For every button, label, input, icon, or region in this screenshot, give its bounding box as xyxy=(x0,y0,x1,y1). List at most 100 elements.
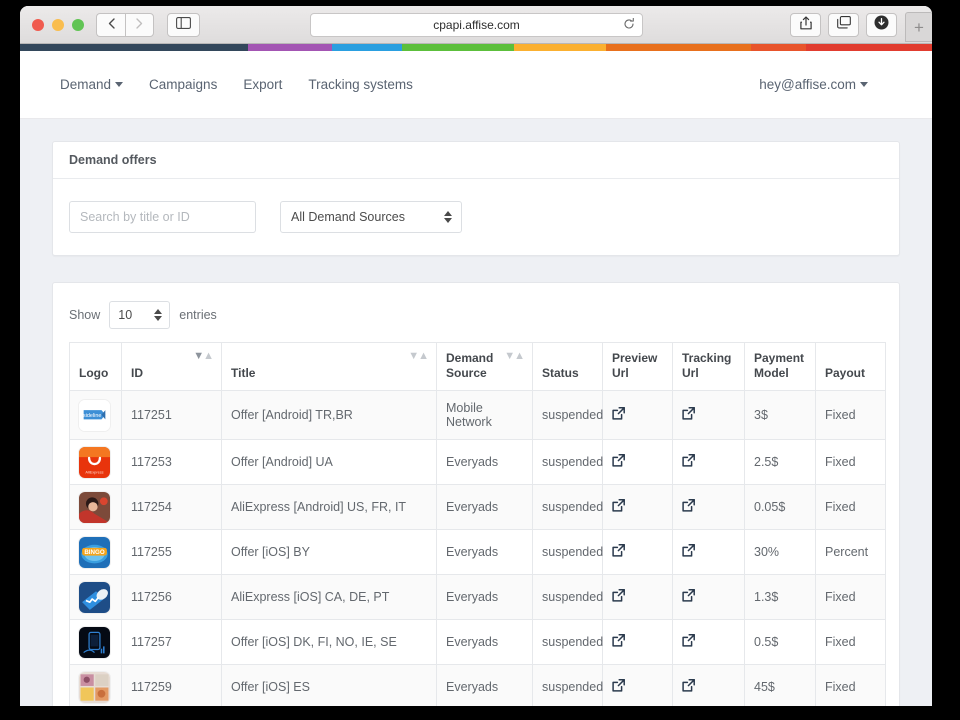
cell-payout: Fixed xyxy=(815,439,886,485)
cell-tracking-url xyxy=(672,439,745,485)
cell-status: suspended xyxy=(532,484,603,530)
nav-item-campaigns[interactable]: Campaigns xyxy=(149,77,217,92)
external-link-icon[interactable] xyxy=(612,407,625,420)
external-link-icon[interactable] xyxy=(682,544,695,557)
site-navbar: Demand Campaigns Export Tracking systems… xyxy=(20,51,932,119)
page-viewport: Demand Campaigns Export Tracking systems… xyxy=(20,51,932,706)
cell-logo: sideline xyxy=(69,390,122,440)
cell-demand-source: Everyads xyxy=(436,619,533,665)
page-size-select[interactable]: 10 xyxy=(109,301,171,329)
demand-source-select[interactable]: All Demand Sources xyxy=(280,201,462,233)
table-row[interactable]: AliExpress 117253 Offer [Android] UA Everya… xyxy=(69,439,886,485)
sidebar-toggle-button[interactable] xyxy=(167,13,200,37)
nav-item-tracking-systems[interactable]: Tracking systems xyxy=(308,77,413,92)
column-header-demand-source[interactable]: ▼▲ Demand Source xyxy=(436,342,533,391)
nav-item-export[interactable]: Export xyxy=(243,77,282,92)
share-icon xyxy=(799,15,812,35)
stripe-segment-2 xyxy=(332,44,402,51)
column-header-id[interactable]: ▼▲ ID xyxy=(121,342,222,391)
reload-icon[interactable] xyxy=(623,17,635,32)
table-row[interactable]: sideline 117251 Offer [Android] TR,BR Mobil… xyxy=(69,390,886,440)
cell-tracking-url xyxy=(672,390,745,440)
collage-logo xyxy=(78,670,111,704)
stripe-segment-6 xyxy=(751,44,806,51)
column-label: Title xyxy=(231,366,256,380)
external-link-icon[interactable] xyxy=(612,634,625,647)
external-link-icon[interactable] xyxy=(612,589,625,602)
svg-text:BINGO: BINGO xyxy=(84,549,104,556)
table-row[interactable]: 117254 AliExpress [Android] US, FR, IT Eve… xyxy=(69,484,886,530)
downloads-button[interactable] xyxy=(866,13,897,37)
nav-item-demand[interactable]: Demand xyxy=(60,77,124,92)
cell-demand-source: Mobile Network xyxy=(436,390,533,440)
external-link-icon[interactable] xyxy=(682,679,695,692)
stripe-segment-7 xyxy=(806,44,932,51)
table-row[interactable]: BINGO 117255 Offer [iOS] BY Everyads suspend… xyxy=(69,529,886,575)
external-link-icon[interactable] xyxy=(682,634,695,647)
sort-desc-icon: ▼▲ xyxy=(193,350,214,362)
stripe-segment-0 xyxy=(20,44,248,51)
column-header-logo[interactable]: Logo xyxy=(69,342,122,391)
cell-id: 117257 xyxy=(121,619,222,665)
table-row[interactable]: 117257 Offer [iOS] DK, FI, NO, IE, SE Ever… xyxy=(69,619,886,665)
column-header-payout[interactable]: Payout xyxy=(815,342,886,391)
account-menu[interactable]: hey@affise.com xyxy=(759,77,892,92)
external-link-icon[interactable] xyxy=(682,407,695,420)
column-header-tracking-url[interactable]: Tracking Url xyxy=(672,342,745,391)
back-button[interactable] xyxy=(96,13,125,37)
external-link-icon[interactable] xyxy=(612,499,625,512)
cell-status: suspended xyxy=(532,664,603,706)
cell-logo xyxy=(69,619,122,665)
external-link-icon[interactable] xyxy=(682,589,695,602)
cell-payment-model: 30% xyxy=(744,529,816,575)
chevron-down-icon xyxy=(115,82,124,87)
cell-logo xyxy=(69,574,122,620)
chevron-right-icon xyxy=(136,16,143,34)
column-header-preview-url[interactable]: Preview Url xyxy=(602,342,673,391)
column-header-status[interactable]: Status xyxy=(532,342,603,391)
column-header-payment-model[interactable]: Payment Model xyxy=(744,342,816,391)
external-link-icon[interactable] xyxy=(612,679,625,692)
cell-payment-model: 0.5$ xyxy=(744,619,816,665)
table-row[interactable]: 117259 Offer [iOS] ES Everyads suspended 45$… xyxy=(69,664,886,706)
column-label: Logo xyxy=(79,366,109,380)
cell-id: 117254 xyxy=(121,484,222,530)
filters-row: All Demand Sources xyxy=(69,201,883,233)
column-label: ID xyxy=(131,366,143,380)
svg-text:sideline: sideline xyxy=(83,413,101,419)
cell-demand-source: Everyads xyxy=(436,529,533,575)
tab-overview-button[interactable] xyxy=(828,13,859,37)
column-header-title[interactable]: ▼▲ Title xyxy=(221,342,437,391)
table-row[interactable]: 117256 AliExpress [iOS] CA, DE, PT Everyad… xyxy=(69,574,886,620)
external-link-icon[interactable] xyxy=(682,454,695,467)
forward-button[interactable] xyxy=(125,13,154,37)
search-input[interactable] xyxy=(69,201,256,233)
address-bar[interactable]: cpapi.affise.com xyxy=(310,13,643,37)
aliexpress-logo: AliExpress xyxy=(78,445,111,479)
cell-preview-url xyxy=(602,484,673,530)
select-stepper-icon xyxy=(444,211,452,223)
loading-color-stripe xyxy=(20,44,932,51)
maximize-window-button[interactable] xyxy=(72,19,84,31)
panel-title: Demand offers xyxy=(53,142,899,179)
cell-title: AliExpress [iOS] CA, DE, PT xyxy=(221,574,437,620)
phone-dark-logo xyxy=(78,625,111,659)
cell-id: 117255 xyxy=(121,529,222,575)
external-link-icon[interactable] xyxy=(612,544,625,557)
close-window-button[interactable] xyxy=(32,19,44,31)
cell-logo: AliExpress xyxy=(69,439,122,485)
demand-offers-table: Logo ▼▲ ID ▼▲ Title ▼▲ Demand Source Sta… xyxy=(69,342,886,706)
cell-logo xyxy=(69,484,122,530)
minimize-window-button[interactable] xyxy=(52,19,64,31)
cell-status: suspended xyxy=(532,529,603,575)
window-traffic-lights xyxy=(32,19,84,31)
column-label: Payment Model xyxy=(754,351,805,380)
chevron-down-icon xyxy=(860,82,868,87)
new-tab-button[interactable]: + xyxy=(905,12,932,42)
external-link-icon[interactable] xyxy=(612,454,625,467)
table-panel-body: Show 10 entries Logo ▼▲ ID ▼▲ Title ▼▲ D… xyxy=(53,283,899,706)
share-button[interactable] xyxy=(790,13,821,37)
stripe-segment-3 xyxy=(402,44,514,51)
external-link-icon[interactable] xyxy=(682,499,695,512)
bingo-logo: BINGO xyxy=(78,535,111,569)
